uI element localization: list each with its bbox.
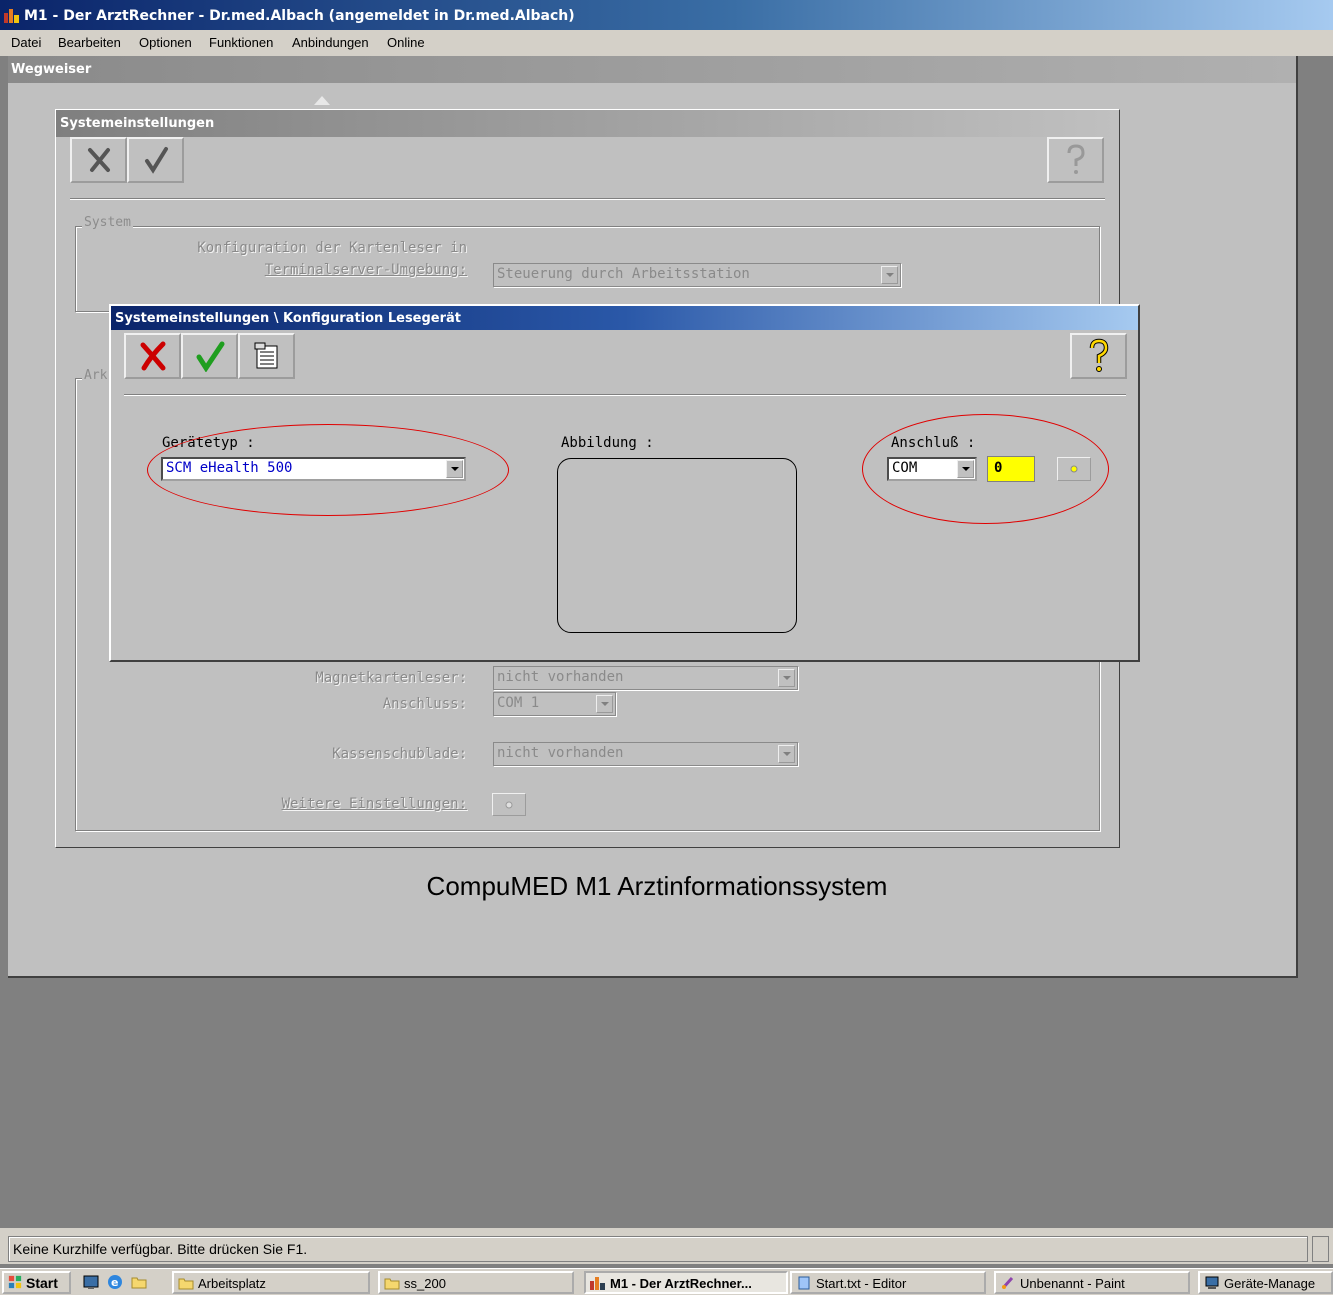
notepad-icon (798, 1276, 810, 1290)
annotation-ellipse (147, 424, 509, 516)
kasse-combo[interactable]: nicht vorhanden (493, 742, 798, 766)
device-config-button[interactable] (238, 333, 295, 379)
task-label: ss_200 (404, 1276, 446, 1291)
menu-datei[interactable]: Datei (11, 35, 41, 50)
app-title-bar[interactable]: M1 - Der ArztRechner - Dr.med.Albach (an… (0, 0, 1333, 30)
start-button[interactable]: Start (2, 1271, 71, 1294)
svg-text:e: e (111, 1276, 118, 1289)
magnet-combo[interactable]: nicht vorhanden (493, 666, 798, 690)
magnet-combo-value: nicht vorhanden (497, 669, 624, 685)
cross-icon (87, 148, 110, 172)
toolbar-separator (70, 198, 1105, 200)
product-name: CompuMED M1 Arztinformationssystem (426, 871, 888, 901)
cross-icon (140, 341, 165, 371)
menu-anbindungen[interactable]: Anbindungen (292, 35, 369, 50)
menu-online[interactable]: Online (387, 35, 425, 50)
checkmark-icon (144, 147, 168, 174)
computer-icon (1205, 1276, 1219, 1289)
wegweiser-title[interactable]: Wegweiser (8, 56, 1296, 83)
card-reader-icon (254, 342, 277, 369)
task-geraete-manager[interactable]: Geräte-Manage (1198, 1271, 1333, 1294)
device-image-box (557, 458, 797, 633)
show-desktop-icon[interactable] (82, 1273, 100, 1291)
ok-button-disabled[interactable] (127, 137, 184, 183)
start-label: Start (26, 1275, 58, 1291)
dropdown-arrow-icon[interactable] (596, 695, 613, 713)
abbildung-label: Abbildung : (561, 435, 654, 451)
task-m1-arztrechner[interactable]: M1 - Der ArztRechner... (584, 1271, 788, 1294)
ok-button[interactable] (181, 333, 238, 379)
paint-icon (1001, 1276, 1014, 1290)
system-group-label: System (82, 215, 133, 230)
magnet-label: Magnetkartenleser: (315, 670, 467, 686)
weitere-label: Weitere Einstellungen: (281, 796, 467, 812)
dropdown-arrow-icon[interactable] (881, 266, 898, 284)
app-icon (4, 9, 19, 23)
anschluss-combo-value: COM 1 (497, 695, 540, 711)
cancel-button-disabled[interactable] (70, 137, 127, 183)
task-label: M1 - Der ArztRechner... (610, 1276, 752, 1291)
explorer-icon[interactable] (130, 1273, 148, 1291)
folder-icon (178, 1278, 194, 1290)
help-icon (1089, 338, 1108, 372)
kasse-combo-value: nicht vorhanden (497, 745, 624, 761)
menu-bar: Datei Bearbeiten Optionen Funktionen Anb… (0, 30, 1333, 56)
task-arbeitsplatz[interactable]: Arbeitsplatz (172, 1271, 370, 1294)
dropdown-arrow-icon[interactable] (778, 745, 795, 763)
task-label: Unbenannt - Paint (1020, 1276, 1125, 1291)
status-panel (1312, 1236, 1329, 1262)
terminal-combo[interactable]: Steuerung durch Arbeitsstation (493, 263, 901, 287)
status-text: Keine Kurzhilfe verfügbar. Bitte drücken… (8, 1236, 1308, 1262)
lesegeraet-title[interactable]: Systemeinstellungen \ Konfiguration Lese… (111, 306, 1138, 330)
kasse-label: Kassenschublade: (332, 746, 467, 762)
caret-up-icon (314, 96, 330, 105)
terminal-label-2: Terminalserver-Umgebung: (264, 262, 467, 278)
menu-bearbeiten[interactable]: Bearbeiten (58, 35, 121, 50)
help-button[interactable] (1070, 333, 1127, 379)
toolbar-separator (124, 394, 1126, 396)
systemeinstellungen-title[interactable]: Systemeinstellungen (56, 110, 1119, 137)
app-title: M1 - Der ArztRechner - Dr.med.Albach (an… (24, 8, 575, 24)
task-label: Geräte-Manage (1224, 1276, 1316, 1291)
dropdown-arrow-icon[interactable] (778, 669, 795, 687)
task-label: Arbeitsplatz (198, 1276, 266, 1291)
terminal-combo-value: Steuerung durch Arbeitsstation (497, 266, 750, 282)
task-label: Start.txt - Editor (816, 1276, 907, 1291)
help-icon (1067, 144, 1085, 174)
other-group-label: Ark (82, 368, 110, 383)
status-bar: Keine Kurzhilfe verfügbar. Bitte drücken… (0, 1228, 1333, 1264)
windows-logo-icon (8, 1275, 22, 1289)
dot-icon (505, 801, 513, 808)
anschluss-combo[interactable]: COM 1 (493, 692, 616, 716)
task-ss200[interactable]: ss_200 (378, 1271, 574, 1294)
taskbar: Start e Arbeitsplatz ss_200 M1 - Der Arz… (0, 1268, 1333, 1295)
menu-optionen[interactable]: Optionen (139, 35, 192, 50)
menu-funktionen[interactable]: Funktionen (209, 35, 273, 50)
internet-explorer-icon[interactable]: e (106, 1273, 124, 1291)
checkmark-icon (196, 341, 224, 372)
app-icon (590, 1277, 605, 1290)
task-paint[interactable]: Unbenannt - Paint (994, 1271, 1190, 1294)
task-editor[interactable]: Start.txt - Editor (790, 1271, 986, 1294)
folder-icon (384, 1278, 400, 1290)
anschluss-label: Anschluss: (382, 696, 467, 712)
cancel-button[interactable] (124, 333, 181, 379)
lesegeraet-dialog: Systemeinstellungen \ Konfiguration Lese… (109, 304, 1140, 662)
weitere-button[interactable] (492, 793, 526, 816)
terminal-label-1: Konfiguration der Kartenleser in (197, 240, 467, 256)
annotation-ellipse (862, 414, 1109, 524)
help-button-disabled[interactable] (1047, 137, 1104, 183)
